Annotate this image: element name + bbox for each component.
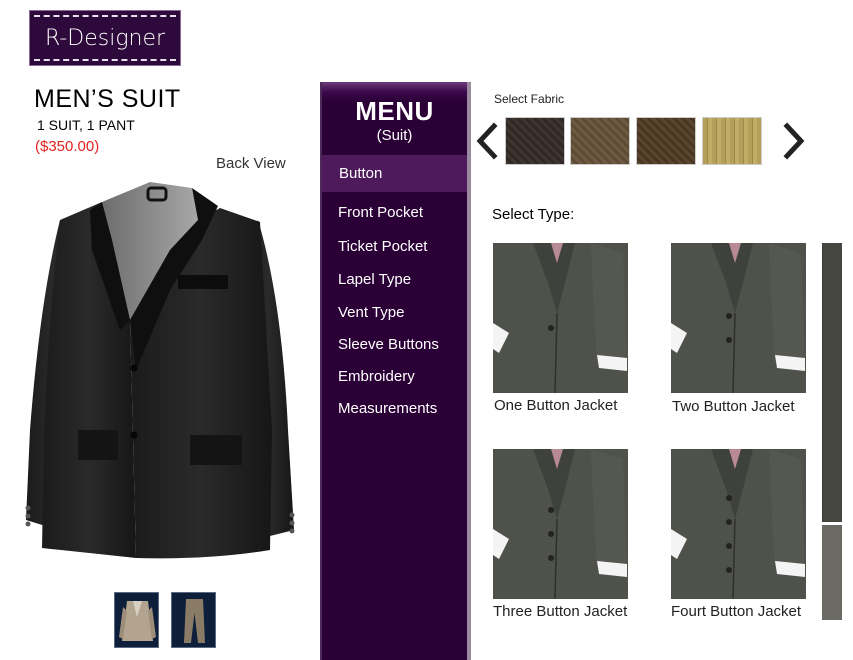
- three-button-jacket-label[interactable]: Three Button Jacket: [493, 603, 627, 620]
- jacket-button: [726, 567, 732, 573]
- jacket-button: [548, 325, 554, 331]
- menu-title: MENU: [355, 96, 434, 126]
- jacket-thumb-icon: [119, 601, 156, 641]
- jacket-button: [548, 531, 554, 537]
- menu-item-measurements[interactable]: Measurements: [322, 393, 467, 425]
- menu-item-sleeve-buttons[interactable]: Sleeve Buttons: [322, 329, 467, 361]
- fabric-swatch-dark-brown[interactable]: [505, 117, 565, 165]
- one-button-jacket-image[interactable]: [493, 243, 628, 393]
- jacket-button: [726, 337, 732, 343]
- scrollbar-divider: [822, 522, 842, 525]
- sleeve: [591, 449, 627, 569]
- fabric-swatch-brown[interactable]: [570, 117, 630, 165]
- jacket-button: [726, 543, 732, 549]
- sleeve: [769, 243, 805, 363]
- jacket-button: [548, 507, 554, 513]
- select-type-label: Select Type:: [492, 206, 575, 223]
- select-fabric-label: Select Fabric: [494, 92, 565, 106]
- two-button-jacket-label[interactable]: Two Button Jacket: [672, 398, 795, 415]
- jacket-button: [726, 495, 732, 501]
- jacket-preview-image: [25, 182, 295, 559]
- one-button-jacket-label[interactable]: One Button Jacket: [494, 397, 617, 414]
- back-view-link[interactable]: Back View: [216, 155, 286, 172]
- product-title: MEN’S SUIT: [34, 85, 181, 113]
- menu-item-front-pocket[interactable]: Front Pocket: [322, 197, 467, 229]
- four-button-jacket-label[interactable]: Fourt Button Jacket: [671, 603, 801, 620]
- four-button-jacket-image[interactable]: [671, 449, 806, 599]
- chevron-left-icon[interactable]: [472, 122, 500, 160]
- chevron-right-icon[interactable]: [781, 122, 809, 160]
- brand-logo[interactable]: R-Designer: [29, 10, 181, 66]
- menu-header: MENU (Suit): [322, 82, 467, 154]
- two-button-jacket-image[interactable]: [671, 243, 806, 393]
- jacket-button: [726, 313, 732, 319]
- logo-text: R-Designer: [44, 25, 166, 51]
- pants-thumb-icon: [184, 599, 205, 643]
- menu-item-lapel-type[interactable]: Lapel Type: [322, 264, 467, 296]
- menu-item-ticket-pocket[interactable]: Ticket Pocket: [322, 231, 467, 263]
- menu-item-embroidery[interactable]: Embroidery: [322, 361, 467, 393]
- menu-item-vent-type[interactable]: Vent Type: [322, 297, 467, 329]
- jacket-button: [548, 555, 554, 561]
- three-button-jacket-image[interactable]: [493, 449, 628, 599]
- logo-frame: R-Designer: [34, 15, 176, 61]
- fabric-swatch-khaki-stripe[interactable]: [702, 117, 762, 165]
- pants-thumbnail[interactable]: [171, 592, 216, 648]
- product-subtitle: 1 SUIT, 1 PANT: [37, 117, 135, 133]
- menu-item-button[interactable]: Button: [322, 155, 467, 192]
- product-price: ($350.00): [35, 138, 100, 155]
- fabric-swatch-chocolate[interactable]: [636, 117, 696, 165]
- jacket-thumbnail[interactable]: [114, 592, 159, 648]
- sleeve: [591, 243, 627, 363]
- jacket-button: [726, 519, 732, 525]
- scrollbar-thumb[interactable]: [822, 243, 842, 524]
- menu-subtitle: (Suit): [376, 127, 413, 144]
- customization-menu: MENU (Suit) Button Front Pocket Ticket P…: [320, 82, 471, 660]
- sleeve: [769, 449, 805, 569]
